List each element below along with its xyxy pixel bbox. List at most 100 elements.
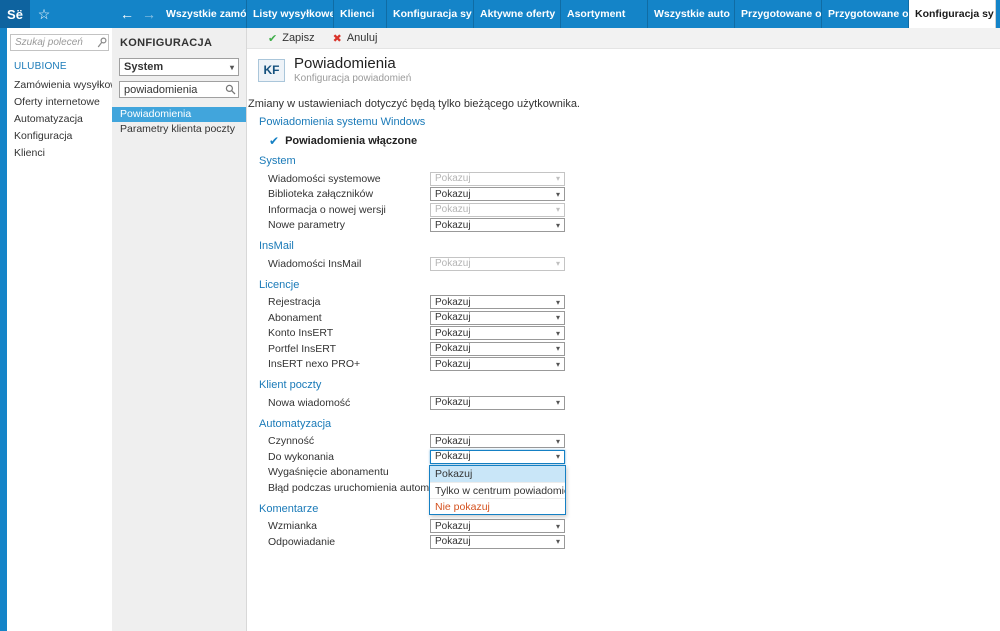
sidebar-item-zam-wienia-wysy-kowe[interactable]: Zamówienia wysyłkowe bbox=[7, 77, 112, 94]
section-header-insmail: InsMail bbox=[259, 240, 1000, 252]
sidebar-item-oferty-internetowe[interactable]: Oferty internetowe bbox=[7, 94, 112, 111]
module-badge: KF bbox=[258, 59, 285, 82]
pin-icon[interactable] bbox=[97, 37, 107, 51]
sidebar-item-konfiguracja[interactable]: Konfiguracja bbox=[7, 128, 112, 145]
main-panel: ✔ Zapisz ✖ Anuluj KF Powiadomienia Konfi… bbox=[247, 28, 1000, 631]
user-scope-note: Zmiany w ustawieniach dotyczyć będą tylk… bbox=[248, 98, 1000, 110]
setting-row: Biblioteka załączników Pokazuj ▾ bbox=[258, 187, 1000, 203]
config-panel: KONFIGURACJA System ▾ PowiadomieniaParam… bbox=[112, 28, 247, 631]
setting-label-wiadomo-ci-insmail: Wiadomości InsMail bbox=[268, 258, 430, 270]
setting-select-rejestracja[interactable]: Pokazuj▾ bbox=[430, 295, 565, 309]
setting-select-konto-insert[interactable]: Pokazuj▾ bbox=[430, 326, 565, 340]
sidebar: ULUBIONE Zamówienia wysyłkoweOferty inte… bbox=[7, 28, 112, 631]
sidebar-item-automatyzacja[interactable]: Automatyzacja bbox=[7, 111, 112, 128]
section-header-komentarze: Komentarze bbox=[259, 503, 1000, 515]
tab-bar: Wszystkie zamóListy wysyłkoweKlienciKonf… bbox=[160, 0, 1000, 28]
dropdown-option-pokazuj[interactable]: Pokazuj bbox=[430, 466, 565, 482]
setting-select-informacja-o-nowej-wersji[interactable]: Pokazuj▾ bbox=[430, 203, 565, 217]
select-value: Pokazuj bbox=[435, 204, 471, 215]
setting-row: Portfel InsERTPokazuj▾ bbox=[258, 341, 1000, 357]
chevron-down-icon: ▾ bbox=[556, 313, 560, 322]
chevron-down-icon: ▾ bbox=[556, 452, 560, 461]
chevron-down-icon: ▾ bbox=[230, 63, 234, 72]
chevron-down-icon: ▾ bbox=[556, 360, 560, 369]
tab-konfiguracja-sy[interactable]: Konfiguracja sy bbox=[387, 0, 474, 28]
setting-select-wiadomo-ci-insmail[interactable]: Pokazuj▾ bbox=[430, 257, 565, 271]
setting-label-nowa-wiadomo: Nowa wiadomość bbox=[268, 397, 430, 409]
select-wrapper: Pokazuj▾ bbox=[430, 257, 565, 271]
setting-select-biblioteka-za-cznik-w[interactable]: Pokazuj ▾ bbox=[430, 187, 565, 201]
select-value: Pokazuj bbox=[435, 328, 471, 339]
setting-label-portfel-insert: Portfel InsERT bbox=[268, 343, 430, 355]
favorites-list: Zamówienia wysyłkoweOferty internetoweAu… bbox=[7, 77, 112, 162]
config-scope-value: System bbox=[124, 61, 163, 73]
select-value: Pokazuj bbox=[435, 173, 471, 184]
back-arrow-icon[interactable]: ← bbox=[116, 0, 138, 28]
tab-wszystkie-auto[interactable]: Wszystkie auto bbox=[648, 0, 735, 28]
favorites-header: ULUBIONE bbox=[7, 57, 112, 77]
setting-row: OdpowiadaniePokazuj▾ bbox=[258, 534, 1000, 550]
select-wrapper: Pokazuj▾ bbox=[430, 311, 565, 325]
tab-aktywne-oferty[interactable]: Aktywne oferty bbox=[474, 0, 561, 28]
setting-row: Błąd podczas uruchomienia automatyzacji bbox=[258, 480, 1000, 496]
setting-select-insert-nexo-pro[interactable]: Pokazuj▾ bbox=[430, 357, 565, 371]
select-value: Pokazuj bbox=[435, 343, 471, 354]
tab-wszystkie-zam[interactable]: Wszystkie zamó bbox=[160, 0, 247, 28]
setting-label-wiadomo-ci-systemowe: Wiadomości systemowe bbox=[268, 173, 430, 185]
tab-listy-wysy-kowe[interactable]: Listy wysyłkowe bbox=[247, 0, 334, 28]
setting-select-czynno[interactable]: Pokazuj▾ bbox=[430, 434, 565, 448]
setting-row: Do wykonaniaPokazuj▾PokazujTylko w centr… bbox=[258, 449, 1000, 465]
tab-klienci[interactable]: Klienci bbox=[334, 0, 387, 28]
setting-select-wzmianka[interactable]: Pokazuj ▾ bbox=[430, 519, 565, 533]
setting-row: Wygaśnięcie abonamentu bbox=[258, 465, 1000, 481]
dropdown-option-tylko-w-centrum-powiadomie[interactable]: Tylko w centrum powiadomień bbox=[430, 482, 565, 498]
setting-row: Wiadomości InsMailPokazuj▾ bbox=[258, 256, 1000, 272]
config-panel-title: KONFIGURACJA bbox=[112, 34, 246, 58]
config-scope-select[interactable]: System ▾ bbox=[119, 58, 239, 76]
setting-select-nowa-wiadomo[interactable]: Pokazuj▾ bbox=[430, 396, 565, 410]
select-wrapper: Pokazuj ▾ bbox=[430, 187, 565, 201]
sidebar-item-klienci[interactable]: Klienci bbox=[7, 145, 112, 162]
chevron-down-icon: ▾ bbox=[556, 522, 560, 531]
select-value: Pokazuj bbox=[435, 189, 471, 200]
setting-select-do-wykonania[interactable]: Pokazuj▾ bbox=[430, 450, 565, 464]
chevron-down-icon: ▾ bbox=[556, 437, 560, 446]
tab-przygotowane-o[interactable]: Przygotowane o bbox=[735, 0, 822, 28]
tab-asortyment[interactable]: Asortyment bbox=[561, 0, 648, 28]
section-header-licencje: Licencje bbox=[259, 279, 1000, 291]
setting-select-wiadomo-ci-systemowe[interactable]: Pokazuj ▾ bbox=[430, 172, 565, 186]
windows-notifications-link[interactable]: Powiadomienia systemu Windows bbox=[259, 116, 1000, 128]
config-item-parametry-klienta-poczty[interactable]: Parametry klienta poczty bbox=[112, 122, 246, 137]
chevron-down-icon: ▾ bbox=[556, 190, 560, 199]
save-button[interactable]: ✔ Zapisz bbox=[268, 32, 315, 45]
setting-label-nowe-parametry: Nowe parametry bbox=[268, 219, 430, 231]
setting-select-odpowiadanie[interactable]: Pokazuj▾ bbox=[430, 535, 565, 549]
select-value: Pokazuj bbox=[435, 521, 471, 532]
forward-arrow-icon[interactable]: → bbox=[138, 0, 160, 28]
select-value: Pokazuj bbox=[435, 220, 471, 231]
setting-select-nowe-parametry[interactable]: Pokazuj▾ bbox=[430, 218, 565, 232]
select-wrapper: Pokazuj▾ bbox=[430, 326, 565, 340]
app-logo[interactable]: Së bbox=[0, 0, 30, 28]
notifications-enabled-checkbox[interactable]: ✔ Powiadomienia włączone bbox=[269, 134, 1000, 148]
setting-row: WzmiankaPokazuj▾ bbox=[258, 519, 1000, 535]
setting-row: AbonamentPokazuj▾ bbox=[258, 310, 1000, 326]
tab-konfiguracja-sy[interactable]: Konfiguracja sy bbox=[909, 0, 996, 28]
config-item-powiadomienia[interactable]: Powiadomienia bbox=[112, 107, 246, 122]
tab-przygotowane-o[interactable]: Przygotowane o bbox=[822, 0, 909, 28]
setting-select-portfel-insert[interactable]: Pokazuj▾ bbox=[430, 342, 565, 356]
cancel-button[interactable]: ✖ Anuluj bbox=[333, 32, 378, 45]
topbar: Së ☆ ← → Wszystkie zamóListy wysyłkoweKl… bbox=[0, 0, 1000, 28]
dropdown-option-nie-pokazuj[interactable]: Nie pokazuj bbox=[430, 498, 565, 514]
left-edge-strip bbox=[0, 28, 7, 631]
section-header-automatyzacja: Automatyzacja bbox=[259, 418, 1000, 430]
setting-label-biblioteka-za-cznik-w: Biblioteka załączników bbox=[268, 188, 430, 200]
chevron-down-icon: ▾ bbox=[556, 174, 560, 183]
settings-content: KF Powiadomienia Konfiguracja powiadomie… bbox=[247, 49, 1000, 631]
config-search-input[interactable] bbox=[119, 81, 239, 98]
command-search-input[interactable] bbox=[10, 34, 109, 51]
favorites-star-icon[interactable]: ☆ bbox=[30, 0, 58, 28]
save-button-label: Zapisz bbox=[282, 32, 314, 44]
setting-select-abonament[interactable]: Pokazuj▾ bbox=[430, 311, 565, 325]
select-value: Pokazuj bbox=[435, 536, 471, 547]
